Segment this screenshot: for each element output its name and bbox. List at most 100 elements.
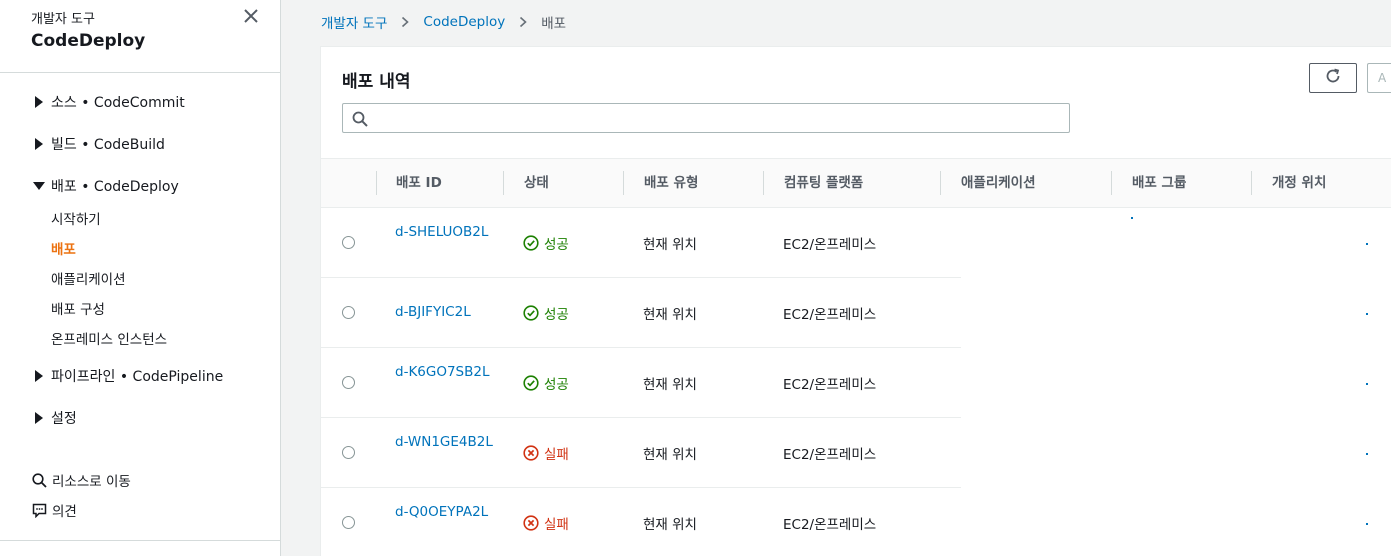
partial-link-fragment <box>1366 313 1368 315</box>
sidebar-group-settings[interactable]: 설정 <box>32 408 77 428</box>
refresh-icon <box>1324 67 1342 89</box>
status-badge: 실패 <box>523 443 569 463</box>
table-row[interactable]: d-SHELUOB2L 성공 현재 위치 EC2/온프레미스 <box>321 208 961 278</box>
search-icon <box>352 111 368 127</box>
partial-link-fragment <box>1131 217 1133 219</box>
breadcrumb-developer-tools[interactable]: 개발자 도구 <box>321 12 387 32</box>
table-row[interactable]: d-K6GO7SB2L 성공 현재 위치 EC2/온프레미스 <box>321 348 961 418</box>
status-badge: 실패 <box>523 513 569 533</box>
breadcrumb: 개발자 도구 CodeDeploy 배포 <box>321 12 566 32</box>
status-badge: 성공 <box>523 373 569 393</box>
view-details-button[interactable]: A <box>1367 63 1391 93</box>
refresh-button[interactable] <box>1309 63 1357 93</box>
sidebar-group-pipeline[interactable]: 파이프라인 • CodePipeline <box>32 366 223 386</box>
column-header-compute-platform[interactable]: 컴퓨팅 플랫폼 <box>784 159 863 207</box>
table-row[interactable]: d-Q0OEYPA2L 실패 현재 위치 EC2/온프레미스 <box>321 488 961 556</box>
deployment-id-link[interactable]: d-Q0OEYPA2L <box>395 502 505 522</box>
compute-platform: EC2/온프레미스 <box>783 377 877 393</box>
breadcrumb-current: 배포 <box>541 16 567 32</box>
sidebar-group-build[interactable]: 빌드 • CodeBuild <box>32 134 165 154</box>
column-header-status[interactable]: 상태 <box>524 159 549 207</box>
row-select-radio[interactable] <box>342 376 355 389</box>
search-icon <box>32 472 47 488</box>
feedback-link[interactable]: 의견 <box>32 500 77 520</box>
table-row[interactable]: d-WN1GE4B2L 실패 현재 위치 EC2/온프레미스 <box>321 418 961 488</box>
column-header-deployment-group[interactable]: 배포 그룹 <box>1132 159 1186 207</box>
breadcrumb-codedeploy[interactable]: CodeDeploy <box>423 14 505 30</box>
chevron-right-icon <box>517 16 529 28</box>
row-select-radio[interactable] <box>342 236 355 249</box>
close-icon[interactable] <box>241 6 261 26</box>
deployment-id-link[interactable]: d-K6GO7SB2L <box>395 362 505 382</box>
table-header: 배포 ID 상태 배포 유형 컴퓨팅 플랫폼 애플리케이션 배포 그룹 개정 위… <box>321 158 1391 208</box>
deployment-type: 현재 위치 <box>643 377 697 393</box>
check-circle-icon <box>523 235 539 251</box>
status-text: 성공 <box>544 377 569 393</box>
sidebar-divider <box>0 72 280 73</box>
x-circle-icon <box>523 515 539 531</box>
column-header-application[interactable]: 애플리케이션 <box>961 159 1036 207</box>
deployment-id-link[interactable]: d-WN1GE4B2L <box>395 432 505 452</box>
search-input[interactable] <box>377 108 1057 128</box>
partial-link-fragment <box>1366 243 1368 245</box>
check-circle-icon <box>523 375 539 391</box>
column-divider <box>940 171 941 195</box>
deployment-id-link[interactable]: d-SHELUOB2L <box>395 222 505 242</box>
deployment-type: 현재 위치 <box>643 447 697 463</box>
row-select-radio[interactable] <box>342 516 355 529</box>
sidebar-group-label: 배포 • CodeDeploy <box>51 179 179 195</box>
feedback-icon <box>32 503 47 518</box>
sidebar-group-label: 소스 • CodeCommit <box>51 95 185 111</box>
check-circle-icon <box>523 305 539 321</box>
deployment-type: 현재 위치 <box>643 517 697 533</box>
goto-resource-link[interactable]: 리소스로 이동 <box>32 470 131 490</box>
sidebar: 개발자 도구 CodeDeploy 소스 • CodeCommit 빌드 • C… <box>0 0 281 556</box>
partial-link-fragment <box>1366 383 1368 385</box>
caret-down-icon <box>32 179 46 193</box>
sidebar-item-deployments[interactable]: 배포 <box>51 238 76 258</box>
deployment-id-link[interactable]: d-BJIFYIC2L <box>395 302 505 322</box>
column-divider <box>1111 171 1112 195</box>
sidebar-item-deployment-configs[interactable]: 배포 구성 <box>51 298 105 318</box>
compute-platform: EC2/온프레미스 <box>783 307 877 323</box>
sidebar-group-label: 설정 <box>51 411 77 427</box>
column-header-revision-location[interactable]: 개정 위치 <box>1272 159 1326 207</box>
compute-platform: EC2/온프레미스 <box>783 237 877 253</box>
sidebar-group-source[interactable]: 소스 • CodeCommit <box>32 92 185 112</box>
sidebar-title: CodeDeploy <box>31 31 146 51</box>
sidebar-subtitle: 개발자 도구 <box>31 12 95 27</box>
status-text: 성공 <box>544 307 569 323</box>
column-divider <box>376 171 377 195</box>
compute-platform: EC2/온프레미스 <box>783 447 877 463</box>
compute-platform: EC2/온프레미스 <box>783 517 877 533</box>
sidebar-item-on-premises-instances[interactable]: 온프레미스 인스턴스 <box>51 328 167 348</box>
caret-right-icon <box>32 95 46 109</box>
column-header-deployment-id[interactable]: 배포 ID <box>396 159 442 207</box>
status-badge: 성공 <box>523 303 569 323</box>
status-badge: 성공 <box>523 233 569 253</box>
feedback-label: 의견 <box>52 504 77 520</box>
search-box[interactable] <box>342 103 1070 133</box>
caret-right-icon <box>32 137 46 151</box>
x-circle-icon <box>523 445 539 461</box>
column-divider <box>503 171 504 195</box>
sidebar-group-deploy[interactable]: 배포 • CodeDeploy <box>32 176 179 196</box>
status-text: 실패 <box>544 447 569 463</box>
row-select-radio[interactable] <box>342 306 355 319</box>
goto-resource-label: 리소스로 이동 <box>52 474 131 490</box>
sidebar-item-applications[interactable]: 애플리케이션 <box>51 268 126 288</box>
status-text: 성공 <box>544 237 569 253</box>
deployment-type: 현재 위치 <box>643 237 697 253</box>
deployment-history-panel: 배포 내역 A 배포 ID 상태 배포 유형 컴퓨팅 플랫폼 애플리케이션 배포… <box>320 46 1391 556</box>
caret-right-icon <box>32 411 46 425</box>
status-text: 실패 <box>544 517 569 533</box>
column-header-deployment-type[interactable]: 배포 유형 <box>644 159 698 207</box>
sidebar-item-getting-started[interactable]: 시작하기 <box>51 208 101 228</box>
sidebar-group-label: 빌드 • CodeBuild <box>51 137 165 153</box>
column-divider <box>1251 171 1252 195</box>
row-select-radio[interactable] <box>342 446 355 459</box>
partial-link-fragment <box>1366 523 1368 525</box>
table-row[interactable]: d-BJIFYIC2L 성공 현재 위치 EC2/온프레미스 <box>321 278 961 348</box>
sidebar-bottom-divider <box>0 540 280 541</box>
column-divider <box>763 171 764 195</box>
